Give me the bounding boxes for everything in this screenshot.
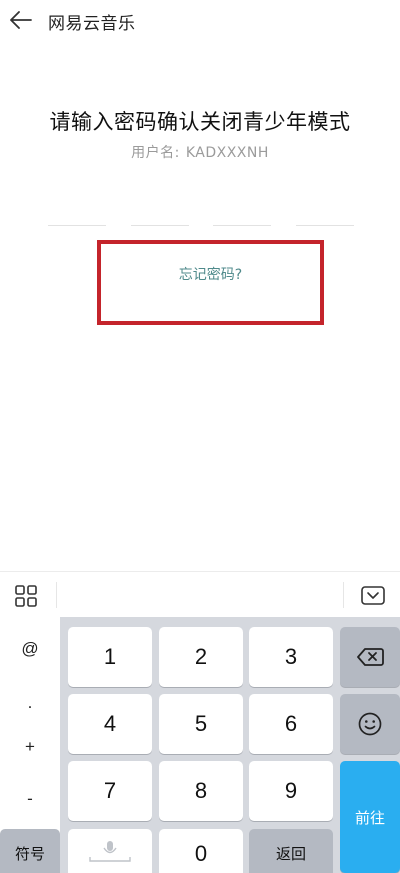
app-title: 网易云音乐 (48, 14, 136, 34)
digit-key[interactable]: 4 (68, 694, 152, 754)
digit-key[interactable]: 9 (249, 761, 333, 821)
digit-key[interactable]: 2 (159, 627, 243, 687)
symbol-key[interactable]: @ (0, 639, 60, 659)
digit-key[interactable]: 5 (159, 694, 243, 754)
digit-key[interactable]: 6 (249, 694, 333, 754)
toolbar-divider (56, 582, 57, 608)
hide-keyboard-button[interactable] (358, 582, 388, 610)
space-key[interactable] (68, 829, 152, 873)
symbols-key[interactable]: 符号 (0, 829, 60, 873)
keyboard-menu-button[interactable] (12, 582, 40, 610)
symbol-key[interactable]: . (0, 693, 60, 713)
forgot-password-link[interactable]: 忘记密码? (101, 264, 320, 284)
symbol-key[interactable]: + (0, 737, 60, 757)
highlight-frame: 忘记密码? (97, 240, 324, 325)
username-value: KADXXXNH (185, 145, 269, 161)
arrow-left-icon (10, 11, 32, 29)
emoji-key[interactable] (340, 694, 400, 754)
digit-key[interactable]: 8 (159, 761, 243, 821)
digit-key[interactable]: 1 (68, 627, 152, 687)
pin-slot[interactable] (295, 206, 354, 226)
grid-icon (15, 585, 37, 607)
numeric-keyboard: @ . + - 1 2 3 4 5 6 7 8 9 前往 符号 0 返回 (0, 617, 400, 873)
pin-slot[interactable] (130, 206, 189, 226)
pin-slot[interactable] (48, 206, 106, 226)
digit-key[interactable]: 3 (249, 627, 333, 687)
backspace-icon (357, 648, 384, 666)
back-button[interactable] (6, 6, 36, 34)
toolbar-divider (343, 582, 344, 608)
microphone-icon (89, 841, 131, 862)
keyboard-hide-icon (361, 586, 385, 605)
digit-key[interactable]: 7 (68, 761, 152, 821)
symbol-column: @ . + - (0, 617, 60, 849)
prompt-title: 请输入密码确认关闭青少年模式 (49, 110, 351, 134)
keyboard-toolbar (0, 571, 400, 617)
symbol-key[interactable]: - (0, 789, 60, 809)
app-header: 网易云音乐 (0, 0, 400, 40)
return-key[interactable]: 返回 (249, 829, 333, 873)
confirm-key[interactable]: 前往 (340, 761, 400, 873)
emoji-icon (358, 712, 382, 736)
username-label: 用户名: (131, 145, 180, 161)
username-line: 用户名: KADXXXNH (0, 142, 400, 162)
pin-input[interactable] (48, 206, 354, 226)
digit-key[interactable]: 0 (159, 829, 243, 873)
pin-slot[interactable] (213, 206, 272, 226)
backspace-key[interactable] (340, 627, 400, 687)
